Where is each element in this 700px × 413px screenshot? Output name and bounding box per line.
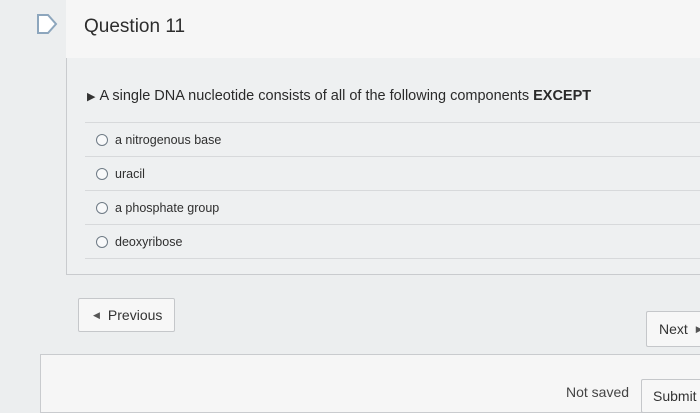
chevron-left-icon: ◀: [93, 309, 100, 320]
question-text: ▶ A single DNA nucleotide consists of all…: [87, 88, 591, 104]
chevron-right-icon: ▶: [695, 323, 700, 334]
flag-area: [0, 0, 66, 58]
answer-option[interactable]: deoxyribose: [85, 224, 700, 259]
answer-option[interactable]: uracil: [85, 156, 700, 190]
answer-option[interactable]: a nitrogenous base: [85, 122, 700, 156]
save-status: Not saved: [566, 384, 630, 400]
question-header: Question 11: [66, 0, 700, 59]
radio-button[interactable]: [96, 167, 108, 180]
next-button[interactable]: Next ▶: [646, 311, 700, 347]
radio-button[interactable]: [96, 201, 108, 214]
question-body: ▶ A single DNA nucleotide consists of all…: [66, 58, 700, 275]
previous-button[interactable]: ◀ Previous: [78, 298, 175, 332]
previous-label: Previous: [107, 307, 163, 323]
question-emphasis: EXCEPT: [533, 88, 592, 104]
answer-option[interactable]: a phosphate group: [85, 190, 700, 224]
question-title: Question 11: [84, 16, 186, 37]
answer-label[interactable]: deoxyribose: [115, 235, 182, 249]
next-label: Next: [659, 321, 688, 337]
flag-question-icon[interactable]: [36, 13, 58, 35]
submit-button[interactable]: Submit: [641, 379, 700, 413]
answer-label[interactable]: a nitrogenous base: [115, 133, 221, 147]
radio-button[interactable]: [96, 235, 108, 248]
answer-label[interactable]: a phosphate group: [115, 201, 219, 215]
submit-label: Submit: [653, 388, 697, 404]
question-stem: A single DNA nucleotide consists of all …: [99, 88, 534, 104]
question-marker-icon: ▶: [87, 91, 96, 103]
radio-button[interactable]: [96, 133, 108, 146]
answer-list: a nitrogenous base uracil a phosphate gr…: [85, 122, 700, 259]
answer-label[interactable]: uracil: [115, 167, 145, 181]
